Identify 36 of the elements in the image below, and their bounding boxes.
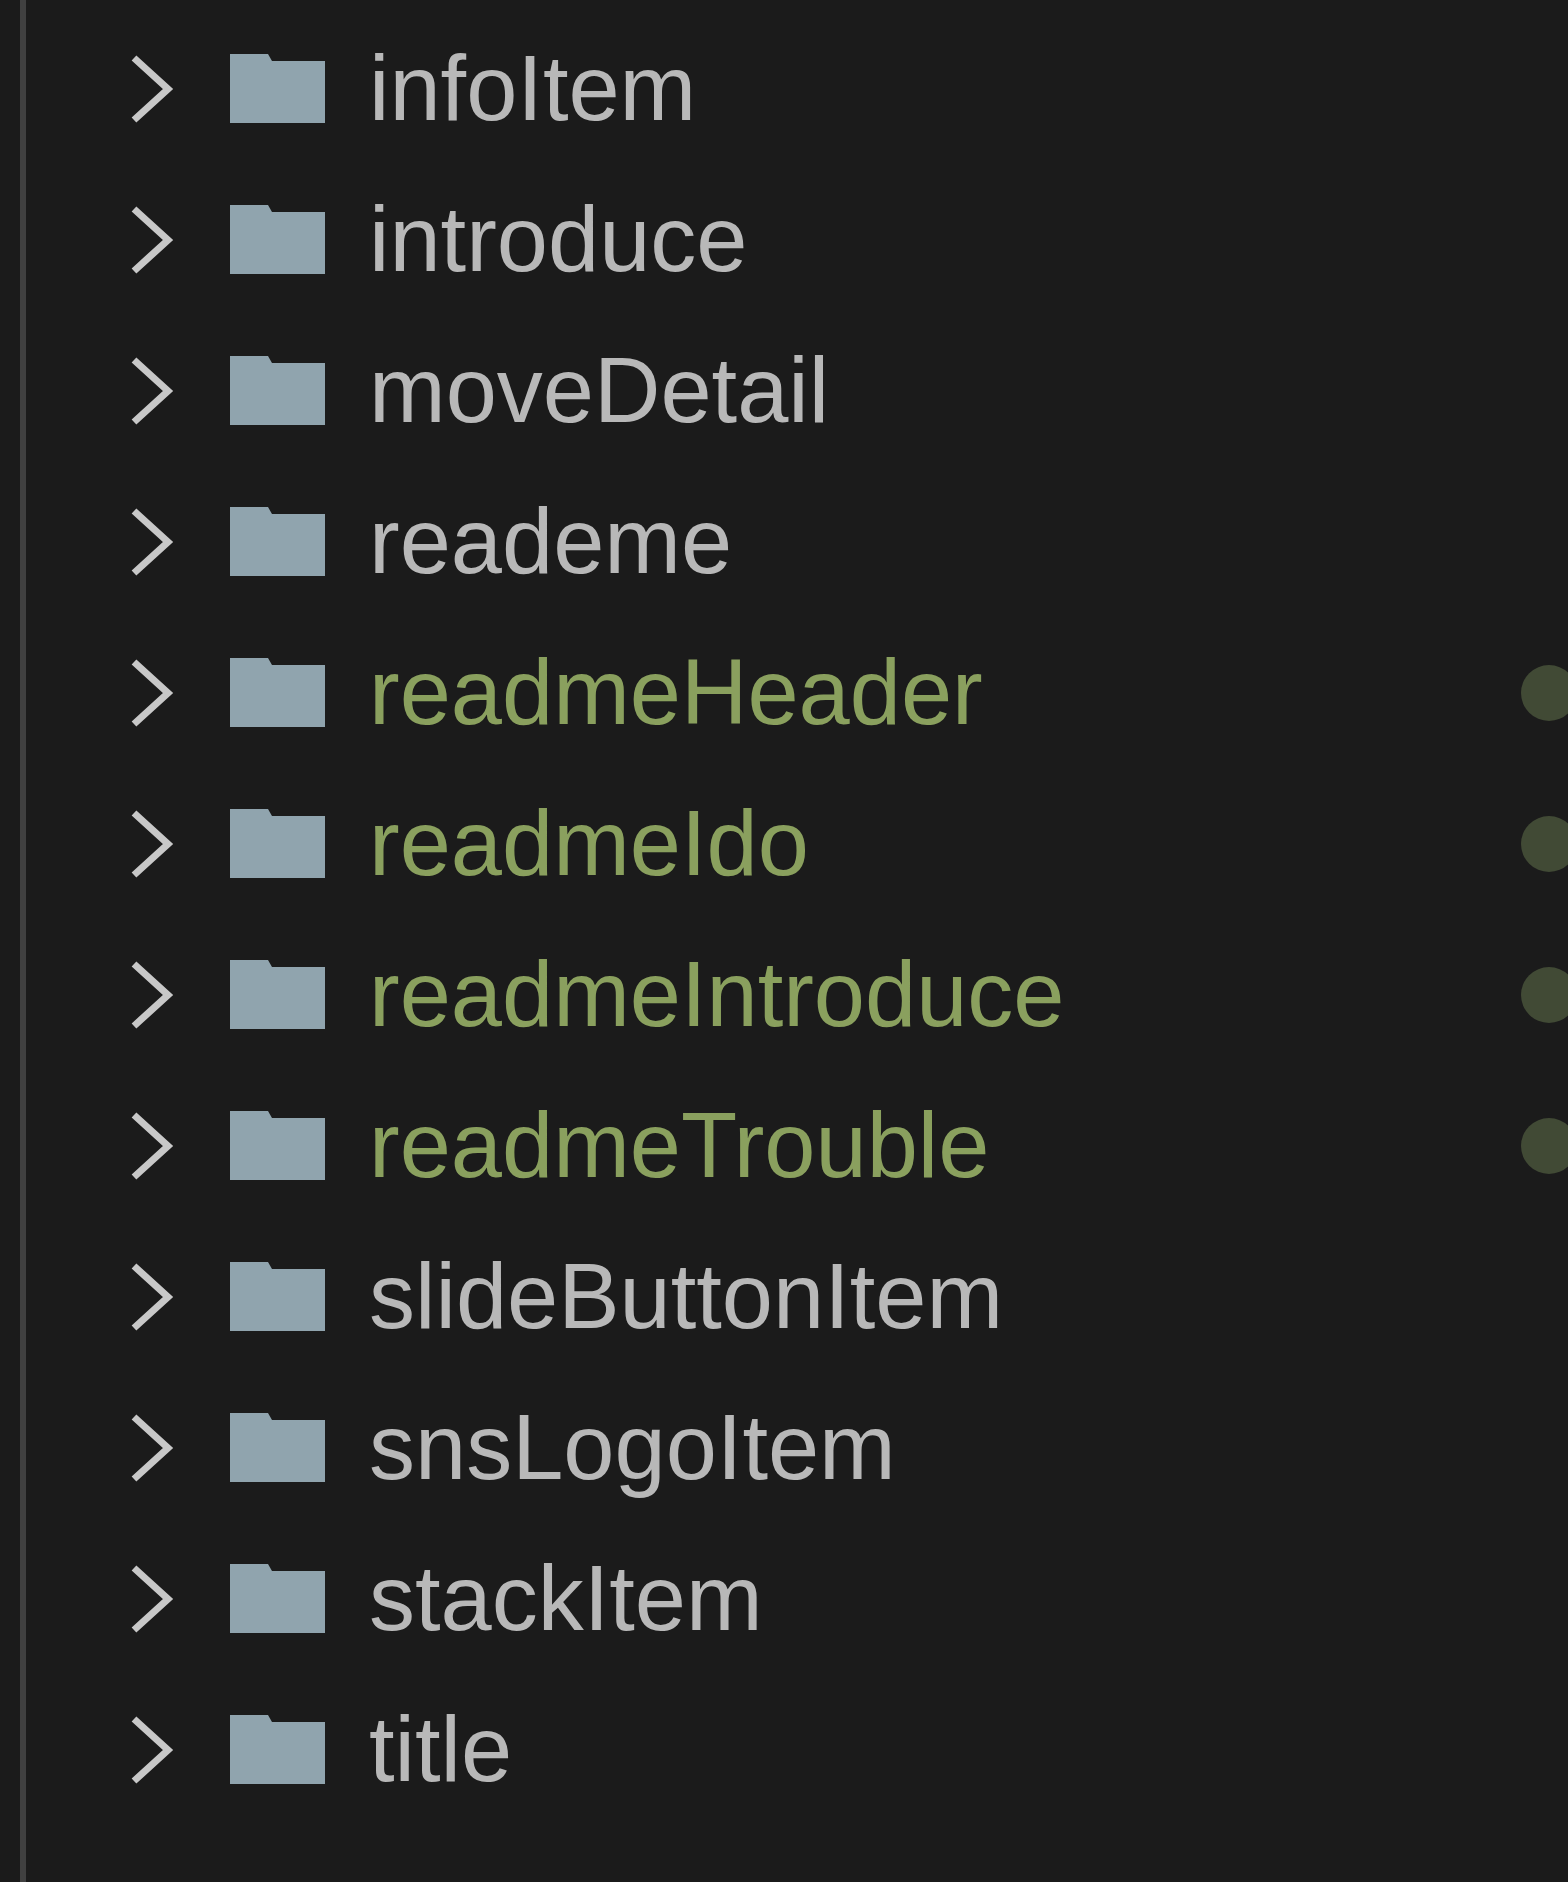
folder-name: introduce [369,187,748,293]
folder-icon [230,1262,325,1331]
folder-name: moveDetail [369,338,830,444]
folder-icon [230,507,325,576]
folder-item[interactable]: snsLogoItem [26,1372,1568,1523]
folder-icon [230,658,325,727]
folder-icon [230,1111,325,1180]
folder-icon [230,1715,325,1784]
folder-icon [230,809,325,878]
folder-item[interactable]: slideButtonItem [26,1221,1568,1372]
folder-name: readmeIdo [369,791,809,897]
folder-item[interactable]: readmeIdo [26,768,1568,919]
folder-item[interactable]: readmeIntroduce [26,919,1568,1070]
folder-icon [230,960,325,1029]
folder-name: reademe [369,489,733,595]
folder-item[interactable]: infoItem [26,13,1568,164]
folder-name: infoItem [369,36,697,142]
folder-item[interactable]: readmeHeader [26,617,1568,768]
folder-item[interactable]: title [26,1674,1568,1825]
folder-item[interactable]: reademe [26,466,1568,617]
folder-item[interactable]: readmeTrouble [26,1070,1568,1221]
folder-name: readmeHeader [369,640,983,746]
folder-item[interactable]: moveDetail [26,315,1568,466]
folder-icon [230,54,325,123]
folder-icon [230,356,325,425]
folder-name: stackItem [369,1546,763,1652]
folder-item[interactable]: introduce [26,164,1568,315]
folder-item[interactable]: stackItem [26,1523,1568,1674]
folder-icon [230,205,325,274]
folder-name: readmeIntroduce [369,942,1065,1048]
folder-icon [230,1564,325,1633]
folder-name: snsLogoItem [369,1395,896,1501]
folder-icon [230,1413,325,1482]
folder-name: slideButtonItem [369,1244,1004,1350]
folder-name: title [369,1697,513,1803]
folder-name: readmeTrouble [369,1093,990,1199]
